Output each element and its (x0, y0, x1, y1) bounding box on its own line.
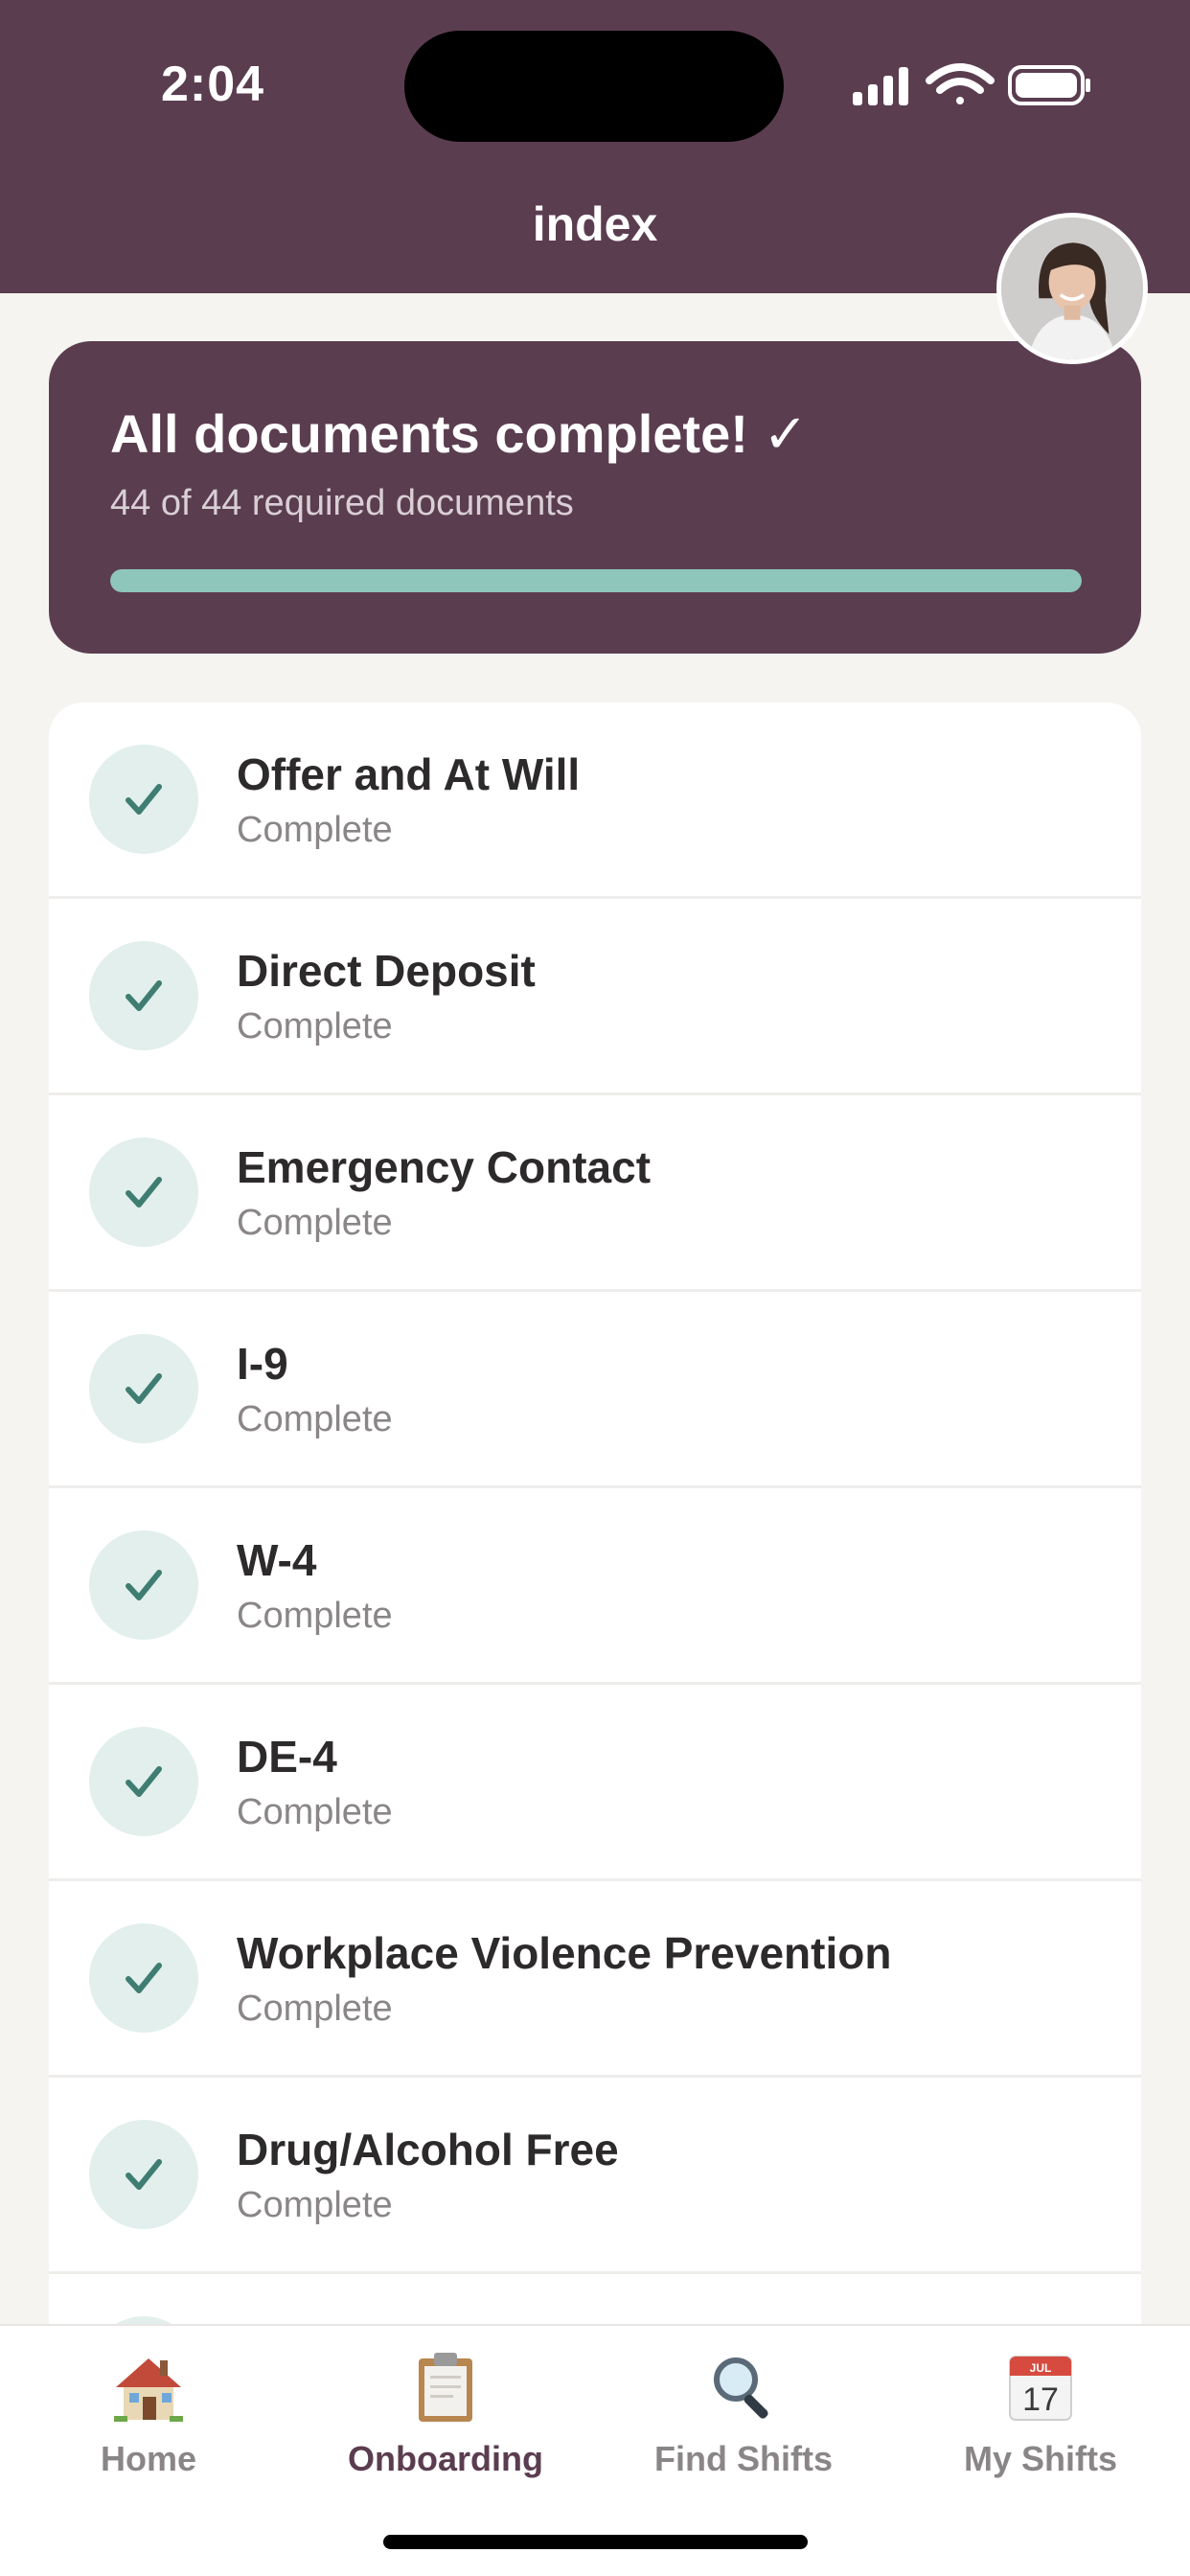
home-indicator (383, 2535, 808, 2549)
check-icon (89, 2120, 198, 2229)
list-item[interactable]: DE-4 Complete (49, 1685, 1141, 1881)
tab-home[interactable]: Home (0, 2349, 297, 2493)
list-item[interactable]: W-4 Complete (49, 1488, 1141, 1685)
document-status: Complete (237, 2185, 393, 2225)
document-list: Offer and At Will Complete Direct Deposi… (49, 702, 1141, 2324)
check-icon (89, 745, 198, 854)
tab-label: Home (100, 2439, 197, 2478)
check-icon (89, 1923, 198, 2033)
summary-title: All documents complete! ✓ (110, 403, 809, 464)
tab-find-shifts[interactable]: Find Shifts (595, 2349, 892, 2493)
list-item[interactable]: Direct Deposit Complete (49, 899, 1141, 1095)
tab-label: Find Shifts (654, 2439, 833, 2478)
check-icon (89, 1334, 198, 1443)
tab-my-shifts[interactable]: JUL 17 My Shifts (892, 2349, 1189, 2493)
tab-onboarding[interactable]: Onboarding (297, 2349, 594, 2493)
clipboard-icon (419, 2353, 472, 2422)
magnifier-icon (714, 2358, 768, 2419)
check-icon (89, 2316, 198, 2324)
tab-label: My Shifts (963, 2439, 1117, 2478)
document-name: I-9 (237, 1339, 288, 1389)
progress-bar-fill (110, 569, 1082, 592)
dynamic-island (404, 31, 784, 142)
calendar-month: JUL (1030, 2361, 1052, 2375)
document-status: Complete (237, 1006, 393, 1046)
calendar-icon: JUL 17 (1009, 2356, 1072, 2421)
document-name: Emergency Contact (237, 1142, 652, 1192)
document-status: Complete (237, 1203, 393, 1243)
document-status: Complete (237, 810, 393, 850)
document-name: Drug/Alcohol Free (237, 2125, 619, 2174)
list-item[interactable]: Offer and At Will Complete (49, 702, 1141, 899)
tab-label: Onboarding (348, 2439, 543, 2478)
list-item[interactable]: Workplace Violence Prevention Complete (49, 1881, 1141, 2078)
document-status: Complete (237, 1399, 393, 1439)
status-time: 2:04 (161, 57, 265, 112)
battery-icon (1008, 65, 1090, 105)
list-item[interactable]: Drug/Alcohol Free Complete (49, 2078, 1141, 2274)
check-icon (89, 1727, 198, 1836)
document-name: DE-4 (237, 1732, 337, 1782)
document-status: Complete (237, 1989, 393, 2029)
completion-summary-card: All documents complete! ✓ 44 of 44 requi… (49, 341, 1141, 654)
check-icon (89, 1530, 198, 1640)
house-icon (114, 2358, 183, 2422)
document-name: Direct Deposit (237, 946, 536, 996)
list-item[interactable]: I-9 Complete (49, 1292, 1141, 1488)
document-name: Workplace Violence Prevention (237, 1928, 892, 1978)
wifi-icon (926, 63, 995, 104)
list-item-partial[interactable] (49, 2274, 1141, 2324)
progress-bar (110, 569, 1082, 592)
document-status: Complete (237, 1792, 393, 1832)
document-name: W-4 (237, 1535, 317, 1585)
document-status: Complete (237, 1596, 393, 1636)
signal-icon (853, 67, 908, 105)
status-icons (853, 63, 1090, 105)
document-name: Offer and At Will (237, 749, 581, 799)
summary-subtitle: 44 of 44 required documents (110, 483, 574, 523)
calendar-day: 17 (1022, 2381, 1059, 2418)
avatar-photo (1001, 218, 1143, 359)
check-icon (89, 941, 198, 1050)
list-item[interactable]: Emergency Contact Complete (49, 1095, 1141, 1292)
check-icon (89, 1138, 198, 1247)
avatar[interactable] (996, 213, 1148, 364)
